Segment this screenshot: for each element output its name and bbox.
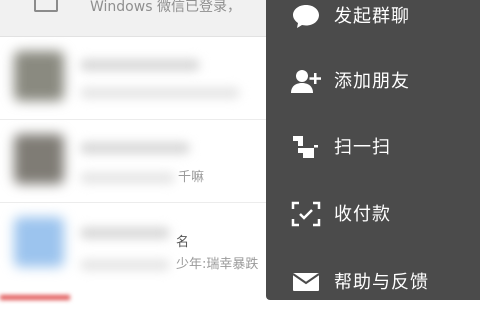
mail-icon (290, 268, 322, 296)
chat-title-fragment: 名 (176, 235, 190, 250)
avatar (14, 217, 64, 267)
menu-item-payment[interactable]: 收付款 (266, 182, 480, 246)
chat-preview-blurred (80, 172, 175, 184)
chat-preview-blurred (80, 87, 240, 99)
menu-item-scan[interactable]: 扫一扫 (266, 115, 480, 179)
menu-item-group-chat[interactable]: 发起群聊 (266, 0, 480, 48)
chat-name-blurred (80, 142, 190, 154)
monitor-icon (34, 0, 58, 12)
payment-icon (290, 200, 322, 228)
avatar (14, 134, 64, 184)
chat-bubble-icon (290, 2, 322, 30)
menu-item-label: 帮助与反馈 (334, 272, 429, 293)
chat-preview-blurred (80, 259, 170, 271)
chat-name-blurred (80, 59, 200, 71)
menu-item-label: 添加朋友 (334, 71, 410, 92)
add-friend-icon (290, 67, 322, 95)
chat-preview: 少年:瑞幸暴跌 (176, 257, 259, 272)
menu-item-label: 收付款 (334, 204, 391, 225)
avatar (14, 51, 64, 101)
chat-preview: 千嘛 (178, 170, 205, 185)
menu-item-add-friend[interactable]: 添加朋友 (266, 49, 480, 113)
plus-popup-menu: 发起群聊 添加朋友 扫一扫 收付款 帮助与反馈 (266, 0, 480, 300)
menu-item-label: 发起群聊 (334, 6, 410, 27)
banner-text: Windows 微信已登录， (90, 0, 241, 15)
chat-name-blurred (80, 227, 170, 239)
menu-item-label: 扫一扫 (334, 137, 391, 158)
menu-item-help-feedback[interactable]: 帮助与反馈 (266, 250, 480, 314)
unread-indicator (0, 295, 70, 300)
scan-icon (290, 133, 322, 161)
